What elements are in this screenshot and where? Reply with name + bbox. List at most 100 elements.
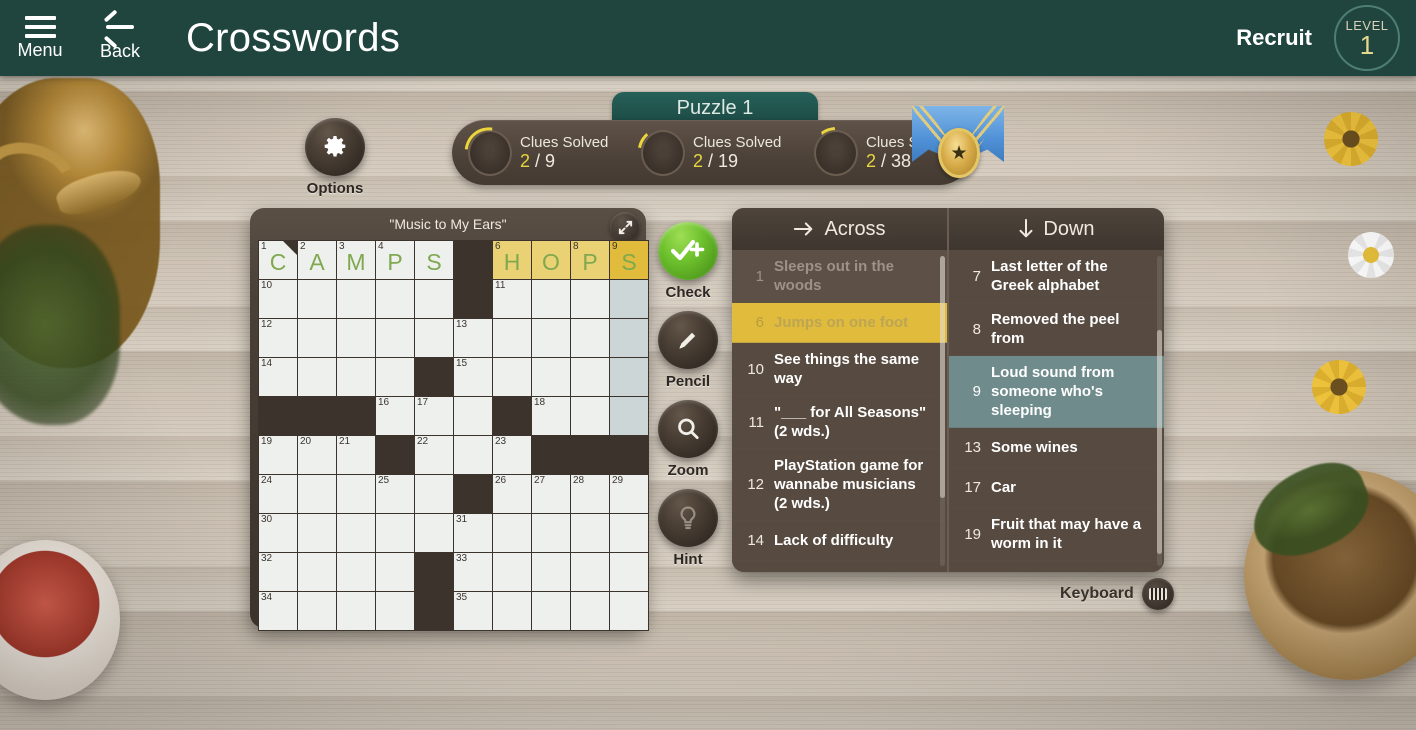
grid-cell[interactable] <box>376 358 414 396</box>
grid-cell[interactable]: 24 <box>259 475 297 513</box>
clue-item[interactable]: 9 Loud sound from someone who's sleeping <box>949 356 1164 428</box>
grid-cell[interactable]: 21 <box>337 436 375 474</box>
grid-cell[interactable] <box>493 319 531 357</box>
grid-cell[interactable] <box>610 553 648 591</box>
grid-cell[interactable] <box>610 319 648 357</box>
grid-cell[interactable]: 23 <box>493 436 531 474</box>
grid-cell[interactable]: 11 <box>493 280 531 318</box>
grid-cell[interactable] <box>610 592 648 630</box>
grid-cell[interactable]: 9S <box>610 241 648 279</box>
grid-cell[interactable] <box>415 319 453 357</box>
grid-cell[interactable]: 12 <box>259 319 297 357</box>
clue-item[interactable]: 14 Lack of difficulty <box>732 521 947 561</box>
grid-cell[interactable] <box>298 475 336 513</box>
grid-cell[interactable] <box>532 319 570 357</box>
grid-cell[interactable] <box>298 592 336 630</box>
down-scrollbar[interactable] <box>1157 256 1162 566</box>
expand-arrows-icon[interactable] <box>610 212 640 242</box>
grid-cell[interactable]: 13 <box>454 319 492 357</box>
grid-cell[interactable] <box>298 280 336 318</box>
clue-item[interactable]: 11 "___ for All Seasons" (2 wds.) <box>732 396 947 449</box>
grid-cell[interactable] <box>298 514 336 552</box>
grid-cell[interactable] <box>610 358 648 396</box>
grid-cell[interactable] <box>532 514 570 552</box>
grid-cell[interactable] <box>532 280 570 318</box>
grid-cell[interactable] <box>337 280 375 318</box>
grid-cell[interactable] <box>454 397 492 435</box>
crossword-grid[interactable]: 1 C 2 A 3 M 4 P S 6 H O 8 P 9 S 10 11 12 13 14 15 16 17 18 19 20 21… <box>258 240 649 631</box>
grid-cell[interactable] <box>298 553 336 591</box>
grid-cell[interactable] <box>376 319 414 357</box>
grid-cell[interactable]: 31 <box>454 514 492 552</box>
clue-item[interactable]: 7 Last letter of the Greek alphabet <box>949 250 1164 303</box>
down-clue-column[interactable]: 7 Last letter of the Greek alphabet 8 Remov… <box>947 250 1164 572</box>
grid-cell[interactable]: 32 <box>259 553 297 591</box>
grid-cell[interactable] <box>337 592 375 630</box>
clue-item[interactable]: 10 See things the same way <box>732 343 947 396</box>
grid-cell[interactable]: 14 <box>259 358 297 396</box>
grid-cell[interactable] <box>337 475 375 513</box>
tab-across[interactable]: Across <box>732 208 947 250</box>
grid-cell[interactable] <box>298 358 336 396</box>
grid-cell[interactable]: 1C <box>259 241 297 279</box>
grid-cell[interactable]: 28 <box>571 475 609 513</box>
grid-cell[interactable] <box>571 280 609 318</box>
hint-button[interactable]: Hint <box>657 489 719 568</box>
grid-cell[interactable] <box>610 514 648 552</box>
grid-cell[interactable]: 18 <box>532 397 570 435</box>
grid-cell[interactable]: 17 <box>415 397 453 435</box>
grid-cell[interactable] <box>493 592 531 630</box>
across-scrollbar[interactable] <box>940 256 945 566</box>
grid-cell[interactable]: 27 <box>532 475 570 513</box>
grid-cell[interactable] <box>415 280 453 318</box>
clue-item[interactable]: 17 Car <box>949 468 1164 508</box>
grid-cell[interactable]: 35 <box>454 592 492 630</box>
grid-cell[interactable]: 16 <box>376 397 414 435</box>
grid-cell[interactable]: 33 <box>454 553 492 591</box>
tab-down[interactable]: Down <box>947 208 1164 250</box>
grid-cell[interactable]: 34 <box>259 592 297 630</box>
menu-button[interactable]: Menu <box>14 16 66 60</box>
grid-cell[interactable] <box>337 553 375 591</box>
grid-cell[interactable] <box>493 553 531 591</box>
grid-cell[interactable] <box>532 553 570 591</box>
grid-cell[interactable] <box>571 514 609 552</box>
grid-cell[interactable]: 6H <box>493 241 531 279</box>
zoom-button[interactable]: Zoom <box>657 400 719 479</box>
clue-item[interactable]: 12 PlayStation game for wannabe musicians… <box>732 449 947 521</box>
grid-cell[interactable]: 26 <box>493 475 531 513</box>
grid-cell[interactable] <box>376 592 414 630</box>
grid-cell[interactable]: 20 <box>298 436 336 474</box>
grid-cell[interactable] <box>610 280 648 318</box>
grid-cell[interactable] <box>571 358 609 396</box>
grid-cell[interactable] <box>493 514 531 552</box>
back-button[interactable]: Back <box>88 9 152 61</box>
grid-cell[interactable] <box>376 553 414 591</box>
grid-cell[interactable] <box>337 514 375 552</box>
pencil-button[interactable]: Pencil <box>657 311 719 390</box>
grid-cell[interactable] <box>415 514 453 552</box>
grid-cell[interactable] <box>610 397 648 435</box>
grid-cell[interactable]: 19 <box>259 436 297 474</box>
grid-cell[interactable] <box>571 592 609 630</box>
clue-item[interactable]: 6 Jumps on one foot <box>732 303 947 343</box>
clue-item[interactable]: 8 Removed the peel from <box>949 303 1164 356</box>
keyboard-button[interactable]: Keyboard <box>1060 578 1174 610</box>
grid-cell[interactable]: 29 <box>610 475 648 513</box>
grid-cell[interactable]: 10 <box>259 280 297 318</box>
grid-cell[interactable]: 25 <box>376 475 414 513</box>
grid-cell[interactable]: 3M <box>337 241 375 279</box>
grid-cell[interactable] <box>454 436 492 474</box>
grid-cell[interactable] <box>532 358 570 396</box>
clue-item[interactable]: 19 Fruit that may have a worm in it <box>949 508 1164 561</box>
across-clue-column[interactable]: 1 Sleeps out in the woods 6 Jumps on one fo… <box>732 250 947 572</box>
grid-cell[interactable] <box>337 358 375 396</box>
grid-cell[interactable] <box>376 514 414 552</box>
grid-cell[interactable] <box>571 397 609 435</box>
grid-cell[interactable]: S <box>415 241 453 279</box>
clue-item[interactable]: 13 Some wines <box>949 428 1164 468</box>
grid-cell[interactable]: 8P <box>571 241 609 279</box>
options-button[interactable]: Options <box>305 118 365 197</box>
grid-cell[interactable]: 30 <box>259 514 297 552</box>
check-button[interactable]: Check <box>657 222 719 301</box>
